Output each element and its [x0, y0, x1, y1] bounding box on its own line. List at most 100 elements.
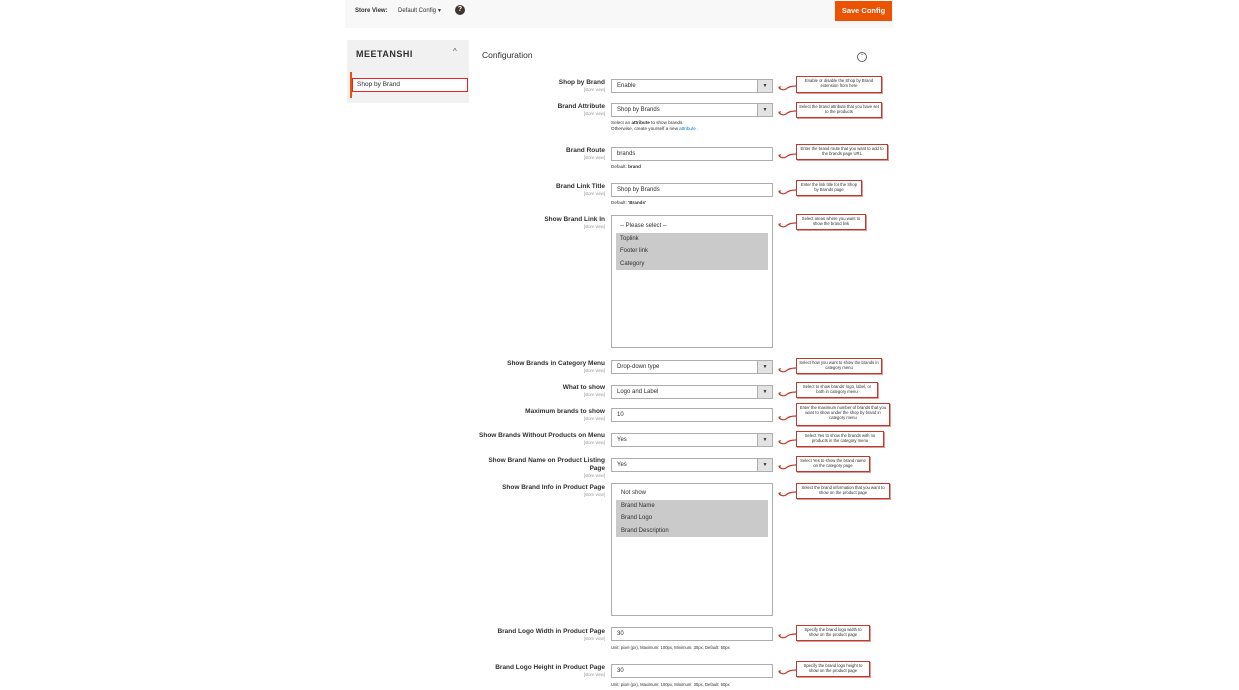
multiselect-option[interactable]: Brand Name: [616, 499, 768, 512]
field-label: Shop by Brand: [558, 79, 605, 86]
scope-label: [store view]: [583, 473, 605, 478]
chevron-down-icon: ▼: [757, 80, 772, 92]
annotation-callout: Specify the brand logo width to show on …: [796, 625, 870, 641]
note-bold: 'Brands': [628, 200, 647, 205]
note-bold: attribute: [631, 120, 650, 125]
callout-arrow-icon: [778, 189, 797, 195]
sidebar-group-title[interactable]: MEETANSHI: [356, 49, 413, 59]
section-title[interactable]: Configuration: [482, 50, 533, 60]
note-bold: brand: [628, 164, 641, 169]
collapse-icon[interactable]: ⌃: [857, 52, 867, 62]
multiselect-option[interactable]: Category: [616, 257, 768, 270]
note-text: to show brands.: [649, 120, 684, 125]
callout-arrow-icon: [778, 153, 797, 159]
chevron-down-icon[interactable]: ▼: [437, 8, 442, 14]
chevron-down-icon: ▼: [757, 459, 772, 471]
note-text: .: [695, 126, 699, 131]
annotation-callout: Select to show brands' logo, label, or b…: [796, 382, 878, 398]
scope-label: [store view]: [583, 155, 605, 160]
field-label: Brand Logo Width in Product Page: [497, 628, 605, 635]
annotation-callout: Select Yes to show the brand name on the…: [796, 456, 870, 472]
callout-arrow-icon: [778, 415, 797, 421]
max-brands-input[interactable]: 10: [611, 408, 773, 422]
field-label: Brand Attribute: [557, 103, 605, 110]
multiselect-option[interactable]: Brand Description: [616, 524, 768, 537]
sidebar-item-shop-by-brand[interactable]: Shop by Brand: [352, 78, 468, 92]
chevron-down-icon: ▼: [757, 386, 772, 398]
without-products-select[interactable]: Yes ▼: [611, 433, 773, 447]
callout-arrow-icon: [778, 491, 797, 497]
scope-label: [store view]: [583, 392, 605, 397]
field-label: Brand Route: [566, 147, 605, 154]
callout-arrow-icon: [778, 110, 797, 116]
scope-label: [store view]: [583, 87, 605, 92]
category-menu-select[interactable]: Drop-down type ▼: [611, 360, 773, 374]
annotation-callout: Select how you want to show the brands i…: [796, 358, 882, 374]
callout-arrow-icon: [778, 439, 797, 445]
chevron-down-icon: ▼: [757, 434, 772, 446]
field-note: Default: 'Brands': [611, 200, 646, 206]
field-label: What to show: [562, 384, 605, 391]
logo-width-input[interactable]: 30: [611, 627, 773, 641]
field-label: Brand Logo Height in Product Page: [495, 664, 605, 671]
callout-arrow-icon: [778, 85, 797, 91]
scope-label: [store view]: [583, 672, 605, 677]
save-config-button[interactable]: Save Config: [835, 1, 892, 21]
select-value: Shop by Brands: [617, 107, 660, 113]
multiselect-option[interactable]: Not show: [616, 487, 768, 500]
callout-arrow-icon: [778, 222, 797, 228]
callout-arrow-icon: [778, 464, 797, 470]
brand-attribute-select[interactable]: Shop by Brands ▼: [611, 103, 773, 117]
callout-arrow-icon: [778, 669, 797, 675]
field-label: Show Brands in Category Menu: [507, 360, 605, 367]
multiselect-option[interactable]: Brand Logo: [616, 512, 768, 525]
callout-arrow-icon: [778, 633, 797, 639]
multiselect-option[interactable]: Toplink: [616, 232, 768, 245]
scope-label: [store view]: [583, 492, 605, 497]
store-view-switcher[interactable]: Default Config: [398, 8, 436, 14]
annotation-callout: Select the brand information that you wa…: [796, 483, 890, 499]
annotation-callout: Select the brand attribute that you have…: [796, 102, 882, 118]
scope-label: [store view]: [583, 368, 605, 373]
field-label: Show Brand Link In: [544, 216, 605, 223]
store-view-bar: [345, 0, 893, 28]
field-label: Show Brand Info in Product Page: [502, 484, 605, 491]
shop-by-brand-select[interactable]: Enable ▼: [611, 79, 773, 93]
create-attribute-link[interactable]: attribute: [679, 126, 696, 131]
field-note: Default: brand: [611, 164, 641, 170]
brand-link-multiselect[interactable]: -- Please select -- Toplink Footer link …: [611, 215, 773, 348]
note-text: Otherwise, create yourself a new: [611, 126, 680, 131]
field-label: Show Brands Without Products on Menu: [479, 432, 605, 439]
annotation-callout: Enable or disable the Shop by Brand exte…: [796, 76, 882, 93]
multiselect-option[interactable]: Footer link: [616, 245, 768, 258]
select-value: Drop-down type: [617, 364, 660, 370]
brand-link-title-input[interactable]: Shop by Brands: [611, 183, 773, 197]
brand-name-listing-select[interactable]: Yes ▼: [611, 458, 773, 472]
what-to-show-select[interactable]: Logo and Label ▼: [611, 385, 773, 399]
select-value: Enable: [617, 83, 636, 89]
select-value: Logo and Label: [617, 389, 659, 395]
scope-label: [store view]: [583, 191, 605, 196]
field-label: Maximum brands to show: [525, 408, 605, 415]
field-note: Unit: pixel (px), Maximum: 100px, Minimu…: [611, 645, 730, 650]
callout-arrow-icon: [778, 391, 797, 397]
scope-label: [store view]: [583, 440, 605, 445]
multiselect-option[interactable]: -- Please select --: [616, 220, 768, 233]
logo-height-input[interactable]: 30: [611, 664, 773, 678]
select-value: Yes: [617, 437, 627, 443]
note-text: Default:: [611, 200, 629, 205]
field-note: Select an attribute to show brands. Other…: [611, 120, 698, 132]
chevron-down-icon: ▼: [757, 104, 772, 116]
annotation-callout: Select areas where you want to show the …: [796, 214, 866, 230]
help-icon[interactable]: ?: [455, 5, 465, 15]
field-label: Brand Link Title: [556, 183, 605, 190]
callout-arrow-icon: [778, 367, 797, 373]
chevron-down-icon: ▼: [757, 361, 772, 373]
note-text: Default:: [611, 164, 629, 169]
brand-info-multiselect[interactable]: Not show Brand Name Brand Logo Brand Des…: [611, 483, 773, 616]
brand-route-input[interactable]: brands: [611, 147, 773, 161]
scope-label: [store view]: [583, 111, 605, 116]
field-label: Show Brand Name on Product Listing Page: [488, 457, 605, 472]
chevron-up-icon[interactable]: ^: [453, 47, 457, 56]
select-value: Yes: [617, 462, 627, 468]
